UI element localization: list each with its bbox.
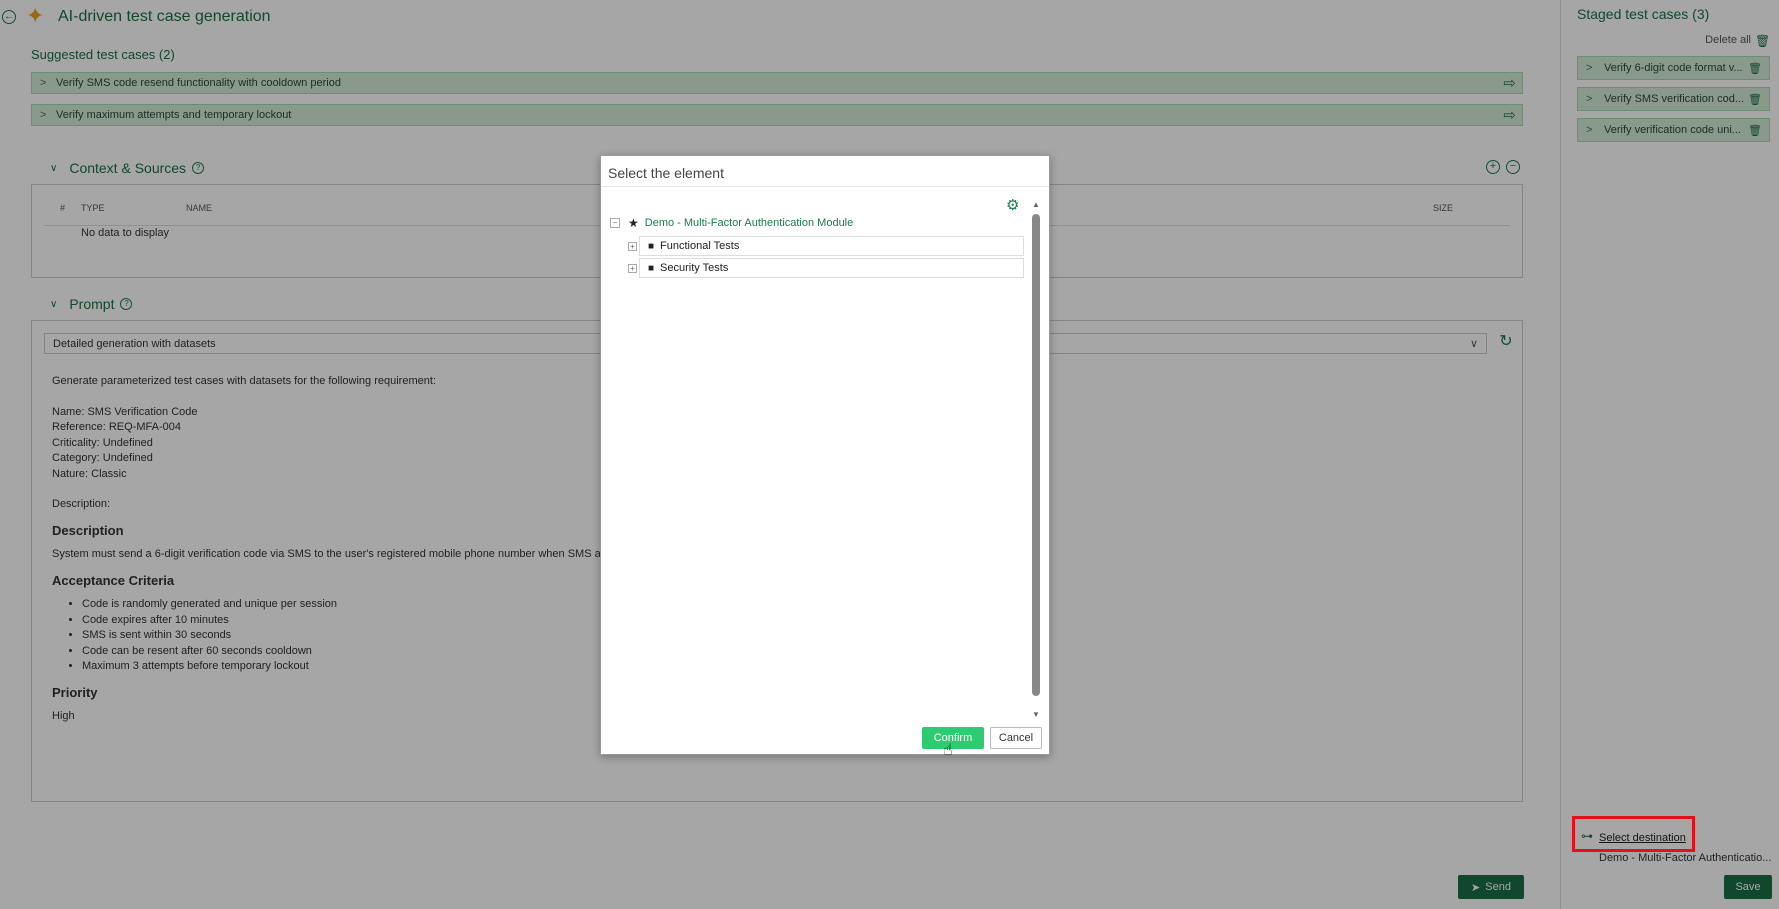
dialog-title: Select the element (601, 156, 1049, 187)
gear-icon[interactable]: ⚙ (1006, 196, 1019, 214)
highlight-layer (1560, 0, 1779, 909)
expand-icon[interactable]: + (628, 263, 637, 273)
folder-icon: ■ (648, 240, 655, 252)
scrollbar-thumb[interactable] (1032, 214, 1040, 696)
confirm-button[interactable]: Confirm (922, 727, 984, 749)
highlight-box (1572, 816, 1695, 852)
tree-node-label: Security Tests (660, 262, 729, 274)
vertical-scrollbar[interactable]: ▲ ▼ (1031, 200, 1041, 720)
star-icon: ★ (628, 216, 639, 230)
tree-root-node[interactable]: − ★ Demo - Multi-Factor Authentication M… (610, 216, 853, 230)
cancel-button[interactable]: Cancel (990, 727, 1042, 749)
folder-icon: ■ (648, 262, 655, 274)
tree-node-functional-tests[interactable]: + ■ Functional Tests (628, 236, 1024, 256)
expand-icon[interactable]: + (628, 241, 637, 251)
tree-node-security-tests[interactable]: + ■ Security Tests (628, 258, 1024, 278)
tree-root-label: Demo - Multi-Factor Authentication Modul… (644, 217, 854, 229)
scroll-up-icon[interactable]: ▲ (1031, 200, 1041, 210)
hand-cursor-icon: ☝ (943, 742, 953, 759)
tree-node-label: Functional Tests (660, 240, 740, 252)
select-element-dialog: Select the element ⚙ − ★ Demo - Multi-Fa… (600, 155, 1050, 759)
collapse-icon[interactable]: − (610, 218, 620, 228)
scroll-down-icon[interactable]: ▼ (1031, 710, 1041, 720)
